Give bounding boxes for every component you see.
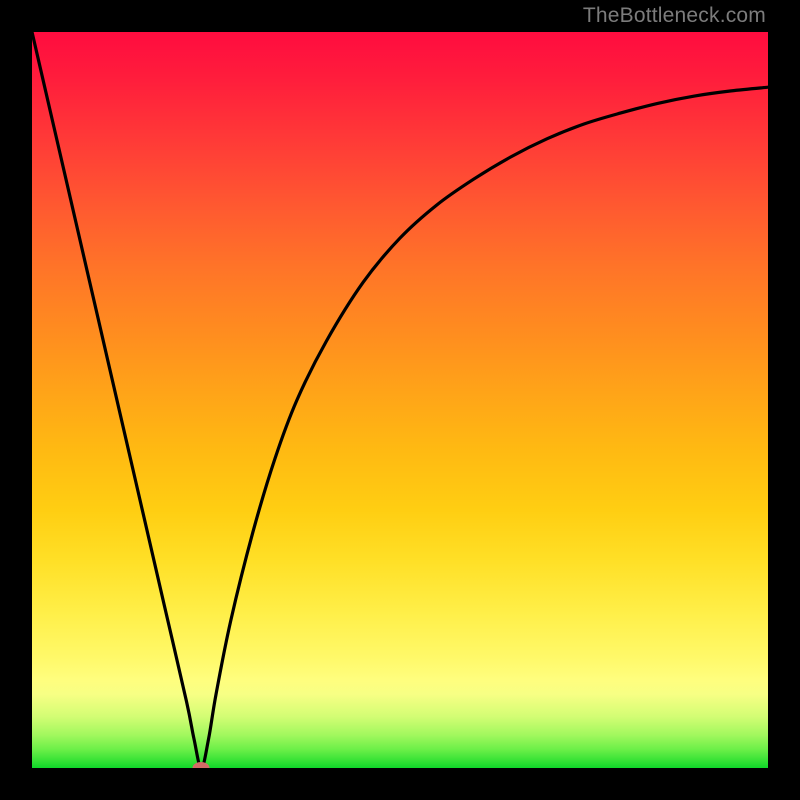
bottleneck-curve [32, 32, 768, 768]
plot-area [32, 32, 768, 768]
chart-frame: TheBottleneck.com [0, 0, 800, 800]
optimal-point-marker [193, 762, 210, 768]
watermark-text: TheBottleneck.com [583, 4, 766, 28]
curve-layer [32, 32, 768, 768]
